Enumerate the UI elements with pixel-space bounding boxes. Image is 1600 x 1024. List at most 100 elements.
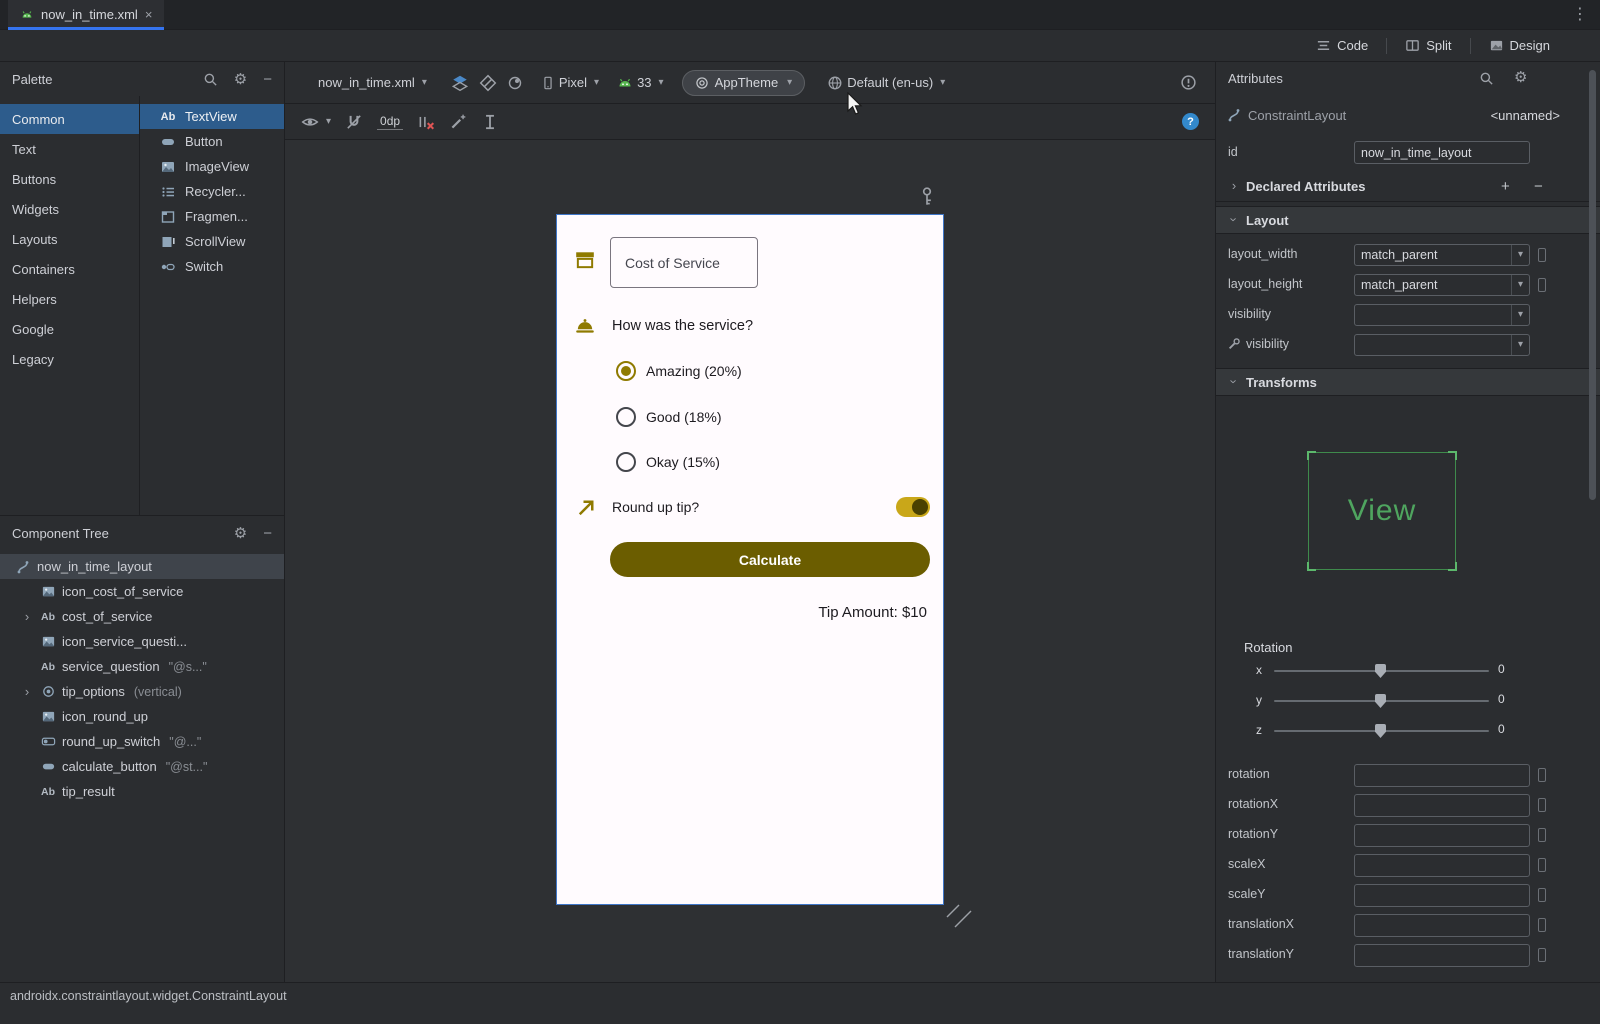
device-preview[interactable]: Cost of Service How was the service? Ama…	[556, 214, 944, 905]
palette-category-widgets[interactable]: Widgets	[0, 194, 139, 224]
pick-resource-toggle[interactable]	[1538, 948, 1546, 962]
palette-category-google[interactable]: Google	[0, 314, 139, 344]
palette-item-button[interactable]: Button	[140, 129, 284, 154]
palette-item-fragment[interactable]: Fragmen...	[140, 204, 284, 229]
tree-item-icon-service-question[interactable]: icon_service_questi...	[0, 629, 284, 654]
editor-tab[interactable]: now_in_time.xml ×	[8, 0, 164, 29]
api-selector[interactable]: 33 ▾	[617, 75, 664, 91]
palette-item-textview[interactable]: Ab TextView	[140, 104, 284, 129]
hide-panel-icon[interactable]: −	[263, 526, 272, 541]
rotation-z-slider[interactable]	[1274, 730, 1489, 732]
gear-icon[interactable]: ⚙	[234, 72, 247, 87]
file-selector[interactable]: now_in_time.xml ▾	[318, 75, 427, 90]
translation-y-input[interactable]	[1354, 944, 1530, 967]
palette-category-text[interactable]: Text	[0, 134, 139, 164]
pack-align-icon[interactable]	[481, 113, 499, 131]
scrollbar-thumb[interactable]	[1589, 70, 1596, 500]
expander-icon[interactable]: ›	[20, 609, 34, 624]
design-canvas[interactable]: Cost of Service How was the service? Ama…	[285, 140, 1215, 982]
tree-item-service-question[interactable]: Ab service_question "@s..."	[0, 654, 284, 679]
design-mode-button[interactable]: Design	[1483, 35, 1556, 56]
kebab-menu-icon[interactable]: ⋮	[1570, 3, 1590, 27]
radio-option-good[interactable]: Good (18%)	[616, 407, 721, 427]
tree-item-calculate-button[interactable]: calculate_button "@st..."	[0, 754, 284, 779]
scale-y-input[interactable]	[1354, 884, 1530, 907]
tree-item-root-layout[interactable]: now_in_time_layout	[0, 554, 284, 579]
hide-panel-icon[interactable]: −	[263, 72, 272, 87]
tree-item-cost-of-service[interactable]: › Ab cost_of_service	[0, 604, 284, 629]
file-selector-label: now_in_time.xml	[318, 75, 415, 90]
cost-of-service-field[interactable]: Cost of Service	[610, 237, 758, 288]
transforms-section-header[interactable]: › Transforms	[1216, 368, 1600, 396]
tree-item-tip-options[interactable]: › tip_options (vertical)	[0, 679, 284, 704]
layers-icon[interactable]	[451, 74, 469, 92]
calculate-button[interactable]: Calculate	[610, 542, 930, 577]
palette-category-layouts[interactable]: Layouts	[0, 224, 139, 254]
pick-resource-toggle[interactable]	[1538, 828, 1546, 842]
help-button[interactable]: ?	[1182, 113, 1199, 130]
round-up-switch[interactable]	[896, 497, 930, 517]
autoconnect-off-icon[interactable]	[345, 113, 363, 131]
clear-constraints-icon[interactable]	[417, 113, 435, 131]
tab-close-icon[interactable]: ×	[145, 8, 153, 21]
pick-resource-toggle[interactable]	[1538, 768, 1546, 782]
palette-category-common[interactable]: Common	[0, 104, 139, 134]
palette-item-imageview[interactable]: ImageView	[140, 154, 284, 179]
palette-item-scrollview[interactable]: ScrollView	[140, 229, 284, 254]
slider-thumb[interactable]	[1375, 694, 1386, 708]
view-options-button[interactable]: ▾	[301, 113, 331, 131]
tree-item-icon-round-up[interactable]: icon_round_up	[0, 704, 284, 729]
theme-selector[interactable]: AppTheme ▾	[682, 70, 806, 96]
pick-resource-toggle[interactable]	[1538, 278, 1546, 292]
scale-x-input[interactable]	[1354, 854, 1530, 877]
rotation-y-slider[interactable]	[1274, 700, 1489, 702]
declared-attributes-section[interactable]: › Declared Attributes + −	[1216, 172, 1600, 202]
remove-attribute-button[interactable]: −	[1534, 178, 1543, 195]
rotation-x-slider[interactable]	[1274, 670, 1489, 672]
gear-icon[interactable]: ⚙	[234, 526, 247, 541]
gear-icon[interactable]: ⚙	[1514, 70, 1527, 85]
palette-category-buttons[interactable]: Buttons	[0, 164, 139, 194]
slider-thumb[interactable]	[1375, 664, 1386, 678]
pick-resource-toggle[interactable]	[1538, 858, 1546, 872]
tools-visibility-select[interactable]: ▾	[1354, 334, 1530, 356]
add-attribute-button[interactable]: +	[1501, 178, 1510, 195]
palette-item-recyclerview[interactable]: Recycler...	[140, 179, 284, 204]
resize-handle[interactable]	[945, 903, 973, 929]
palette-category-containers[interactable]: Containers	[0, 254, 139, 284]
search-icon[interactable]	[1479, 71, 1494, 86]
split-mode-button[interactable]: Split	[1399, 35, 1457, 56]
pick-resource-toggle[interactable]	[1538, 798, 1546, 812]
visibility-select[interactable]: ▾	[1354, 304, 1530, 326]
pick-resource-toggle[interactable]	[1538, 918, 1546, 932]
palette-category-helpers[interactable]: Helpers	[0, 284, 139, 314]
night-mode-icon[interactable]	[507, 75, 523, 91]
orientation-icon[interactable]	[479, 74, 497, 92]
slider-thumb[interactable]	[1375, 724, 1386, 738]
layout-width-select[interactable]: match_parent ▾	[1354, 244, 1530, 266]
rotation-x-input[interactable]	[1354, 794, 1530, 817]
palette-category-legacy[interactable]: Legacy	[0, 344, 139, 374]
infer-constraints-icon[interactable]	[449, 113, 467, 131]
radio-option-amazing[interactable]: Amazing (20%)	[616, 361, 742, 381]
tree-item-tip-result[interactable]: Ab tip_result	[0, 779, 284, 804]
search-icon[interactable]	[203, 72, 218, 87]
pick-resource-toggle[interactable]	[1538, 888, 1546, 902]
expander-icon[interactable]: ›	[20, 684, 34, 699]
device-selector[interactable]: Pixel ▾	[541, 75, 599, 91]
pick-resource-toggle[interactable]	[1538, 248, 1546, 262]
palette-item-switch[interactable]: Switch	[140, 254, 284, 279]
tree-item-icon-cost-of-service[interactable]: icon_cost_of_service	[0, 579, 284, 604]
translation-x-input[interactable]	[1354, 914, 1530, 937]
locale-selector[interactable]: Default (en-us) ▾	[827, 75, 945, 91]
rotation-y-input[interactable]	[1354, 824, 1530, 847]
layout-section-header[interactable]: › Layout	[1216, 206, 1600, 234]
rotation-input[interactable]	[1354, 764, 1530, 787]
code-mode-button[interactable]: Code	[1310, 35, 1374, 56]
layout-height-select[interactable]: match_parent ▾	[1354, 274, 1530, 296]
id-input[interactable]	[1354, 141, 1530, 164]
issues-icon[interactable]	[1180, 74, 1197, 91]
tree-item-round-up-switch[interactable]: round_up_switch "@..."	[0, 729, 284, 754]
radio-option-okay[interactable]: Okay (15%)	[616, 452, 720, 472]
default-margin-button[interactable]: 0dp	[377, 114, 403, 130]
